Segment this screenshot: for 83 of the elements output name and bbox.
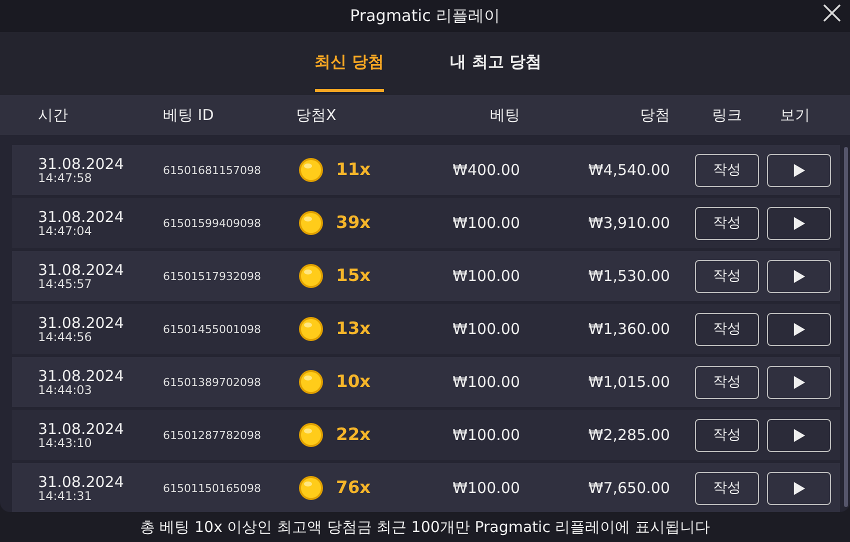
column-header: 시간 [37,106,69,124]
play-icon [792,216,806,230]
bet-id-cell-text: 61501455001098 [163,322,262,336]
tab[interactable]: 최신 당첨 [314,32,384,92]
coin-icon [298,475,324,501]
column-header: 당첨 [639,106,670,124]
bet-id-cell-text: 61501517932098 [163,270,262,282]
tab[interactable]: 내 최고 당첨 [450,32,542,92]
date-text: 31.08.2024 [38,156,125,172]
date-text: 31.08.2024 [38,474,125,490]
multiplier-text: 11x [336,160,371,180]
win-cell-text: ₩7,650.00 [587,479,670,497]
multiplier-text: 39x [336,213,371,233]
time-text: 14:44:03 [38,384,93,396]
bet-id-cell-text: 61501681157098 [163,164,262,176]
win-cell-text: ₩3,910.00 [587,214,670,232]
time-text: 14:45:57 [38,278,93,290]
date-text: 31.08.2024 [38,368,125,384]
multiplier-text: 76x [336,478,371,498]
coin-icon [298,263,324,289]
date-text: 31.08.2024 [38,210,125,224]
bet-id-cell-text: 61501599409098 [163,216,262,230]
play-icon [792,162,806,178]
link-button[interactable]: 작성 [695,312,759,346]
footer-note: 총 베팅 10x 이상인 최고액 당첨금 최근 100개만 Pragmatic 리플레이에 표시됩니다 [138,517,712,537]
play-icon [792,268,806,284]
link-button[interactable]: 작성 [695,260,759,292]
play-icon [792,428,806,442]
bet-cell-text: ₩100.00 [452,373,520,391]
win-cell-text: ₩1,360.00 [587,320,670,338]
bet-id-cell-text: 61501287782098 [163,428,262,442]
bet-cell-text: ₩100.00 [452,426,520,444]
play-icon [792,480,806,496]
link-button[interactable]: 작성 [695,418,759,452]
play-button[interactable] [767,472,831,504]
play-button[interactable] [767,312,831,346]
coin-icon [298,316,324,342]
play-button[interactable] [767,206,831,240]
play-button[interactable] [767,154,831,186]
play-button[interactable] [767,418,831,452]
bet-cell-text: ₩100.00 [452,214,520,232]
scrollbar[interactable] [844,147,848,507]
bet-cell-text: ₩100.00 [452,267,520,285]
bet-cell-text: ₩100.00 [452,320,520,338]
time-text: 14:47:04 [38,224,93,236]
close-icon[interactable] [823,4,841,22]
multiplier-text: 13x [336,319,371,339]
coin-icon [298,369,324,395]
win-cell-text: ₩2,285.00 [587,426,670,444]
coin-icon [298,210,324,236]
column-header: 베팅 ID [163,106,215,124]
bet-id-cell-text: 61501389702098 [163,376,262,388]
win-cell-text: ₩1,015.00 [587,373,670,391]
link-button[interactable]: 작성 [695,366,759,398]
time-text: 14:41:31 [38,490,93,502]
link-button[interactable]: 작성 [695,472,759,504]
column-header: 링크 [711,106,743,124]
column-header: 당첨X [296,106,338,124]
multiplier-text: 22x [336,425,371,445]
multiplier-text: 15x [336,266,371,286]
coin-icon [298,422,324,448]
play-icon [792,322,806,336]
multiplier-text: 10x [336,372,371,392]
link-button[interactable]: 작성 [695,206,759,240]
coin-icon [298,157,324,183]
bet-cell-text: ₩100.00 [452,479,520,497]
date-text: 31.08.2024 [38,422,125,436]
date-text: 31.08.2024 [38,262,125,278]
play-button[interactable] [767,260,831,292]
time-text: 14:44:56 [38,330,93,342]
win-cell-text: ₩1,530.00 [587,267,670,285]
win-cell-text: ₩4,540.00 [587,161,670,179]
time-text: 14:47:58 [38,172,93,184]
bet-cell-text: ₩400.00 [452,161,520,179]
date-text: 31.08.2024 [38,316,125,330]
bet-id-cell-text: 61501150165098 [163,482,262,494]
play-icon [792,374,806,390]
play-button[interactable] [767,366,831,398]
link-button[interactable]: 작성 [695,154,759,186]
window-title: Pragmatic 리플레이 [350,6,500,26]
column-header: 베팅 [489,106,520,124]
column-header: 보기 [779,106,811,124]
time-text: 14:43:10 [38,436,93,448]
